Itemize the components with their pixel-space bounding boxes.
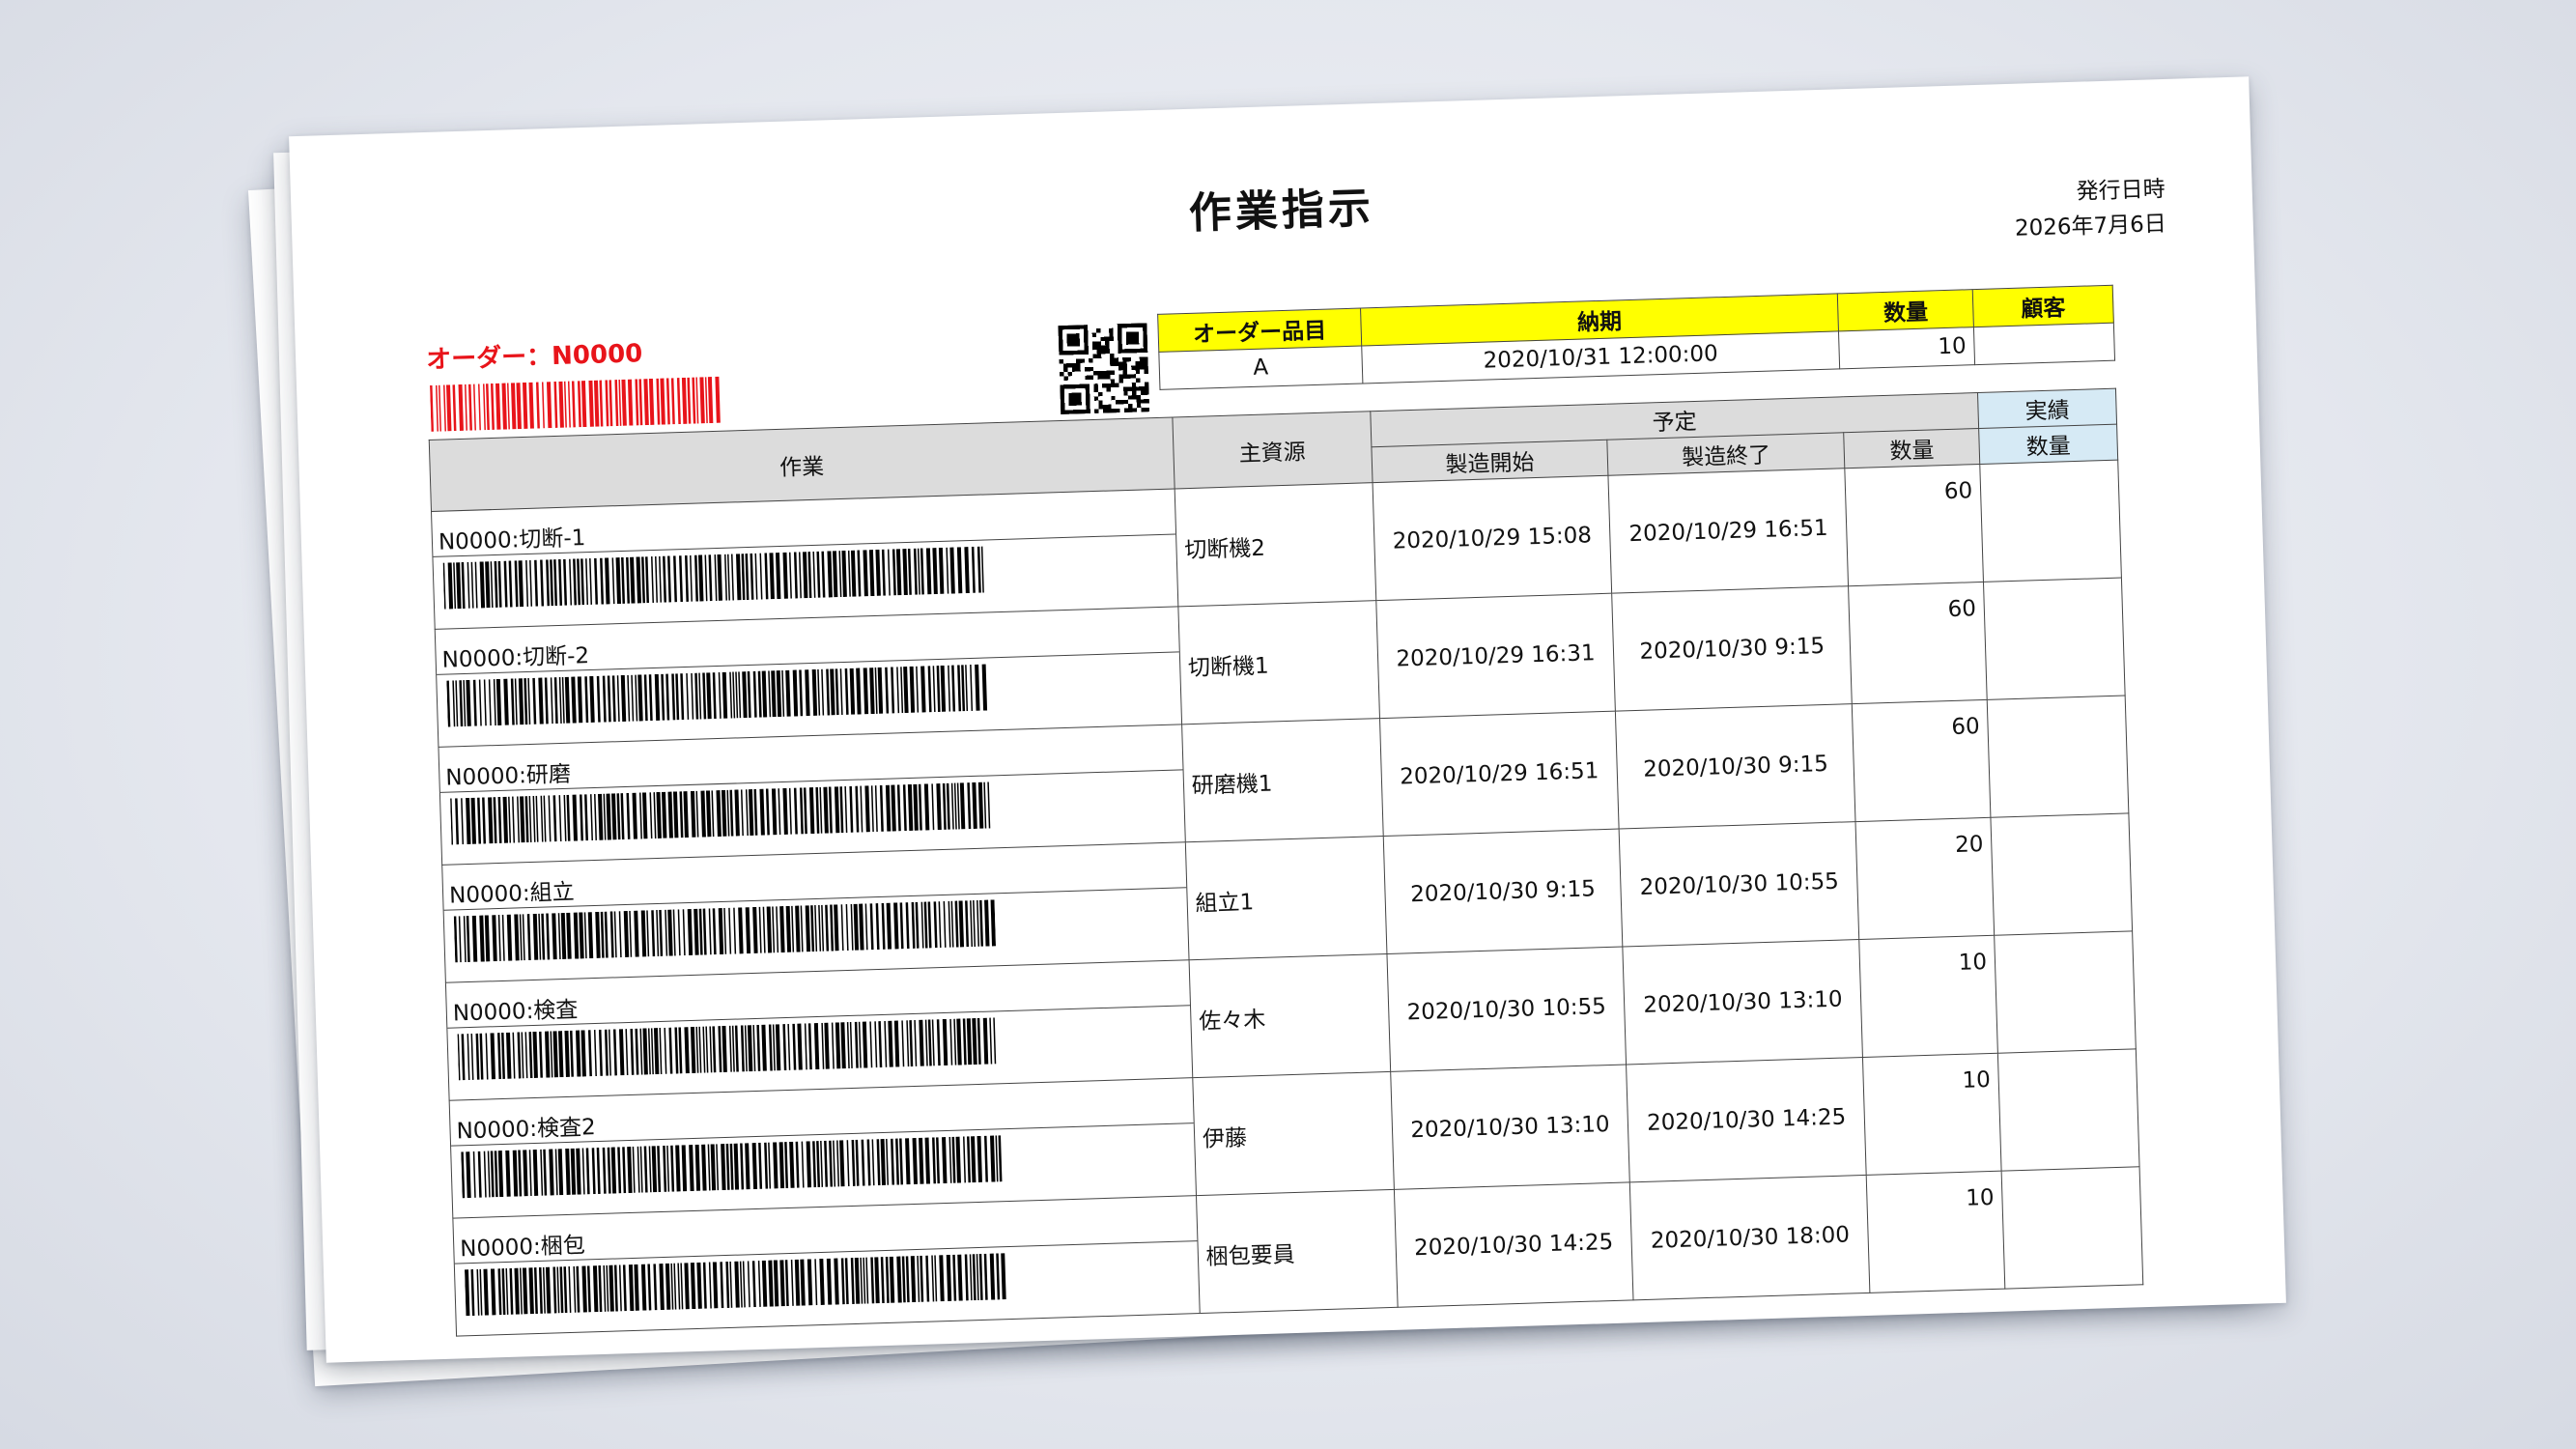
header-customer: 顧客 <box>1972 285 2114 327</box>
header-actual-qty: 数量 <box>1978 424 2118 465</box>
order-label: オーダー：N0000 <box>425 339 643 376</box>
plan-qty-cell: 20 <box>1855 817 1995 940</box>
task-barcode <box>461 1135 1003 1199</box>
task-cell: N0000:組立 <box>441 841 1189 983</box>
task-cell: N0000:検査 <box>445 959 1193 1101</box>
actual-qty-cell <box>1979 460 2122 582</box>
end-cell: 2020/10/30 9:15 <box>1612 585 1853 712</box>
header-order-item: オーダー品目 <box>1157 308 1362 353</box>
end-cell: 2020/10/30 9:15 <box>1615 703 1856 830</box>
task-barcode <box>446 664 988 727</box>
issue-date: 2026年7月6日 <box>2014 211 2167 242</box>
issue-date-block: 発行日時 2026年7月6日 <box>2013 172 2167 246</box>
task-barcode <box>457 1017 997 1081</box>
order-qty-value: 10 <box>1838 327 1975 369</box>
order-info-table: オーダー品目 納期 数量 顧客 A 2020/10/31 12:00:00 10 <box>1157 285 2115 390</box>
task-cell: N0000:切断-2 <box>435 606 1182 748</box>
header-actual: 実績 <box>1977 388 2117 429</box>
end-cell: 2020/10/29 16:51 <box>1608 468 1849 594</box>
plan-qty-cell: 10 <box>1862 1053 2002 1176</box>
work-instruction-sheet: 作業指示 発行日時 2026年7月6日 オーダー：N0000 オーダー品目 納期… <box>289 76 2286 1363</box>
header-resource: 主資源 <box>1172 411 1373 489</box>
start-cell: 2020/10/29 16:51 <box>1379 711 1620 837</box>
actual-qty-cell <box>1987 696 2129 818</box>
resource-cell: 切断機2 <box>1174 482 1376 607</box>
plan-qty-cell: 60 <box>1845 464 1984 586</box>
resource-cell: 佐々木 <box>1188 953 1391 1078</box>
order-barcode <box>430 376 721 432</box>
end-cell: 2020/10/30 18:00 <box>1629 1175 1871 1300</box>
task-barcode <box>442 546 984 610</box>
task-table: 作業 主資源 予定 実績 製造開始 製造終了 数量 数量 N0000:切断-1 切… <box>429 388 2144 1337</box>
resource-cell: 伊藤 <box>1192 1071 1394 1196</box>
header-order-qty: 数量 <box>1837 289 1974 331</box>
start-cell: 2020/10/29 15:08 <box>1372 475 1613 601</box>
qr-code <box>1058 323 1150 415</box>
start-cell: 2020/10/30 10:55 <box>1386 947 1627 1072</box>
resource-cell: 組立1 <box>1185 836 1387 960</box>
start-cell: 2020/10/29 16:31 <box>1375 593 1616 719</box>
plan-qty-cell: 10 <box>1858 935 1998 1058</box>
resource-cell: 切断機1 <box>1177 600 1380 724</box>
end-cell: 2020/10/30 14:25 <box>1626 1057 1867 1182</box>
task-barcode <box>450 781 991 845</box>
task-cell: N0000:梱包 <box>452 1195 1200 1337</box>
task-cell: N0000:検査2 <box>449 1077 1197 1219</box>
plan-qty-cell: 60 <box>1852 699 1992 822</box>
document-title: 作業指示 <box>1188 184 1375 239</box>
task-barcode <box>453 899 997 963</box>
end-cell: 2020/10/30 13:10 <box>1623 939 1863 1065</box>
actual-qty-cell <box>2001 1166 2143 1290</box>
start-cell: 2020/10/30 14:25 <box>1393 1181 1634 1308</box>
header-plan-qty: 数量 <box>1843 428 1980 469</box>
actual-qty-cell <box>1997 1048 2140 1172</box>
resource-cell: 梱包要員 <box>1196 1189 1398 1314</box>
start-cell: 2020/10/30 13:10 <box>1390 1064 1630 1190</box>
end-cell: 2020/10/30 10:55 <box>1619 821 1859 948</box>
resource-cell: 研磨機1 <box>1181 718 1383 842</box>
customer-value <box>1973 323 2115 365</box>
task-cell: N0000:研磨 <box>438 724 1186 866</box>
plan-qty-cell: 10 <box>1866 1171 2005 1293</box>
start-cell: 2020/10/30 9:15 <box>1382 829 1624 954</box>
task-cell: N0000:切断-1 <box>431 488 1178 630</box>
actual-qty-cell <box>1991 812 2133 936</box>
order-item-value: A <box>1158 345 1363 390</box>
actual-qty-cell <box>1983 578 2126 700</box>
actual-qty-cell <box>1994 930 2137 1054</box>
task-barcode <box>464 1253 1006 1317</box>
plan-qty-cell: 60 <box>1848 582 1988 704</box>
issue-label: 発行日時 <box>2076 177 2166 205</box>
